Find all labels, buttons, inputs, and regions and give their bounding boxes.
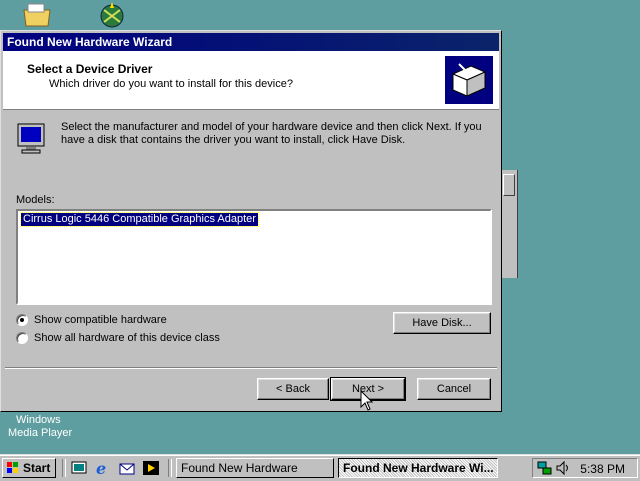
taskbar-separator xyxy=(62,459,66,477)
footer-divider xyxy=(5,367,497,369)
header-subtitle: Which driver do you want to install for … xyxy=(49,78,293,90)
internet-explorer-icon[interactable]: e xyxy=(94,459,112,477)
scrollbar-thumb[interactable] xyxy=(503,174,515,196)
start-label: Start xyxy=(23,461,51,475)
wizard-titlebar[interactable]: Found New Hardware Wizard xyxy=(3,33,499,51)
outlook-express-icon[interactable] xyxy=(118,459,136,477)
start-button[interactable]: Start xyxy=(2,458,56,478)
hardware-box-icon xyxy=(445,56,493,104)
have-disk-button[interactable]: Have Disk... xyxy=(393,312,491,334)
wizard-header: Select a Device Driver Which driver do y… xyxy=(3,51,499,110)
instructions-text: Select the manufacturer and model of you… xyxy=(61,121,482,146)
cancel-button[interactable]: Cancel xyxy=(417,378,491,400)
radio-compatible-label: Show compatible hardware xyxy=(34,314,167,326)
mouse-cursor-icon xyxy=(360,390,374,411)
background-window-edge xyxy=(500,170,518,278)
system-tray: 5:38 PM xyxy=(532,458,638,478)
taskbar-separator xyxy=(168,459,172,477)
radio-button-selected[interactable] xyxy=(16,314,28,326)
volume-icon[interactable] xyxy=(555,460,571,476)
models-label: Models: xyxy=(16,194,55,206)
media-player-label-line2: Media Player xyxy=(8,427,73,439)
svg-text:e: e xyxy=(96,459,106,477)
models-listbox[interactable]: Cirrus Logic 5446 Compatible Graphics Ad… xyxy=(16,209,492,305)
wizard-window: Found New Hardware Wizard Select a Devic… xyxy=(0,30,502,412)
model-item-selected[interactable]: Cirrus Logic 5446 Compatible Graphics Ad… xyxy=(20,212,259,227)
back-button[interactable]: < Back xyxy=(257,378,329,400)
folder-icon[interactable] xyxy=(22,2,52,28)
media-player-quicklaunch-icon[interactable] xyxy=(142,459,160,477)
clock[interactable]: 5:38 PM xyxy=(580,462,625,476)
taskbar: Start e Found New Hardware Found New Har… xyxy=(0,454,640,481)
header-title: Select a Device Driver xyxy=(27,62,153,76)
radio-button[interactable] xyxy=(16,332,28,344)
taskbar-task-wizard-active[interactable]: Found New Hardware Wi... xyxy=(338,458,498,478)
windows-logo-icon xyxy=(7,462,18,473)
radio-all-label: Show all hardware of this device class xyxy=(34,332,220,344)
radio-compatible-hardware[interactable]: Show compatible hardware xyxy=(16,314,167,326)
radio-all-hardware[interactable]: Show all hardware of this device class xyxy=(16,332,220,344)
network-icon[interactable] xyxy=(96,0,128,30)
media-player-label[interactable]: Windows Media Player xyxy=(8,414,72,440)
network-tray-icon[interactable] xyxy=(537,460,553,476)
desktop-quicklaunch-icon[interactable] xyxy=(70,459,88,477)
taskbar-task-found-hardware[interactable]: Found New Hardware xyxy=(176,458,334,478)
media-player-label-line1: Windows xyxy=(16,414,61,426)
monitor-icon xyxy=(17,123,45,154)
